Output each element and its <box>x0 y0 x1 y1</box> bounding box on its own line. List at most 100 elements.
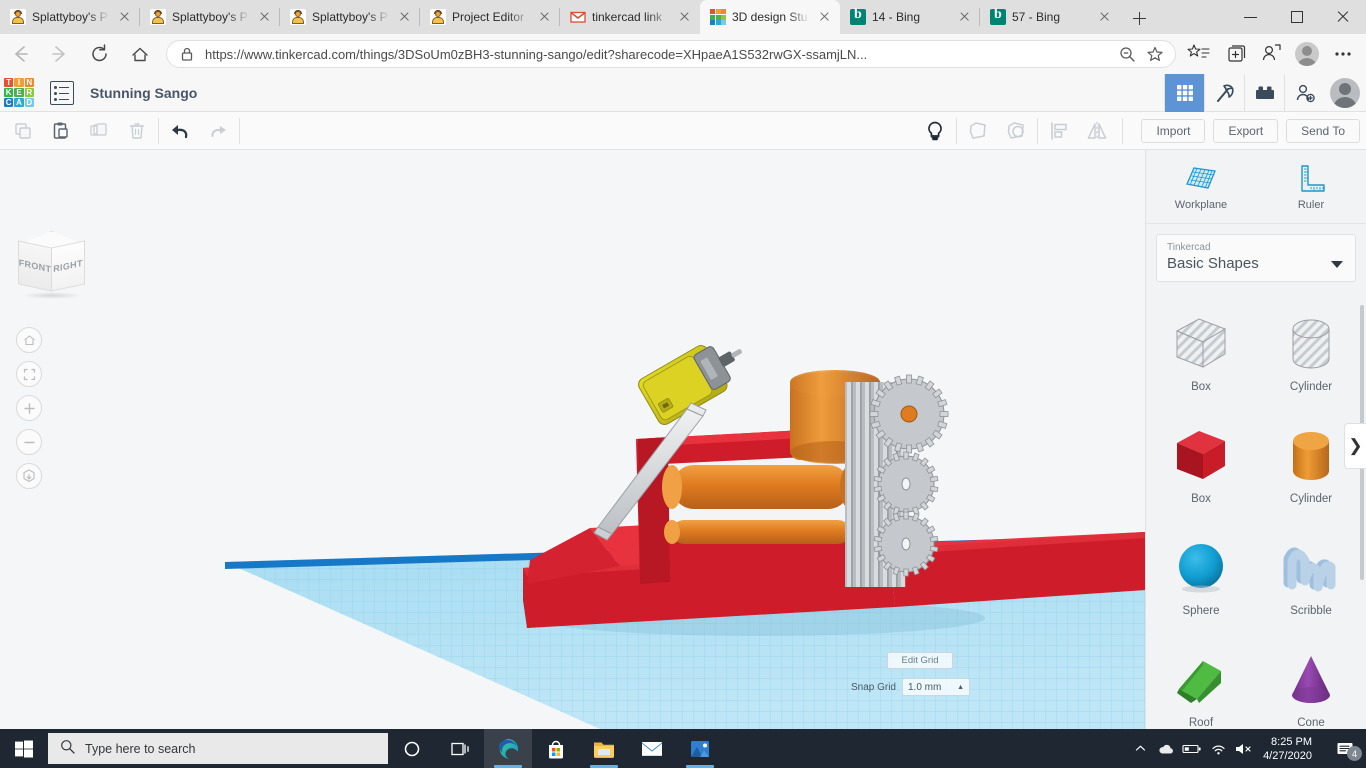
forward-button[interactable] <box>40 37 80 71</box>
new-tab-button[interactable] <box>1124 4 1154 34</box>
browser-tab[interactable]: 14 - Bing <box>840 0 980 34</box>
snap-grid-select[interactable]: 1.0 mm ▲ <box>902 678 970 696</box>
invite-button[interactable] <box>1284 74 1324 112</box>
snap-grid-control: Snap Grid 1.0 mm ▲ <box>851 678 970 696</box>
shape-item-cone[interactable]: Cone <box>1256 634 1366 729</box>
panel-collapse-toggle[interactable]: ❯ <box>1344 423 1366 469</box>
refresh-button[interactable] <box>80 37 120 71</box>
redo-icon[interactable] <box>199 114 237 148</box>
align-icon[interactable] <box>1040 114 1078 148</box>
action-center-button[interactable]: 4 <box>1324 729 1366 768</box>
fit-to-view-button[interactable] <box>16 361 42 387</box>
import-button[interactable]: Import <box>1141 119 1205 143</box>
close-icon[interactable] <box>116 8 134 26</box>
undo-icon[interactable] <box>161 114 199 148</box>
send-to-button[interactable]: Send To <box>1286 119 1360 143</box>
design-canvas[interactable]: FRONT RIGHT Edit Grid Snap Grid <box>0 150 1145 729</box>
favorites-icon[interactable] <box>1182 39 1216 69</box>
chevron-up-icon[interactable] <box>1127 729 1153 768</box>
mirror-icon[interactable] <box>1078 114 1116 148</box>
volume-mute-icon[interactable] <box>1231 729 1257 768</box>
system-tray: 8:25 PM 4/27/2020 4 <box>1127 729 1366 768</box>
shape-item-sphere[interactable]: Sphere <box>1146 522 1256 634</box>
taskbar-app-microsoft-store[interactable] <box>532 729 580 768</box>
browser-tab[interactable]: Splattyboy's P <box>0 0 140 34</box>
start-button[interactable] <box>0 729 48 768</box>
perspective-toggle-button[interactable] <box>16 463 42 489</box>
battery-icon[interactable] <box>1179 729 1205 768</box>
home-view-button[interactable] <box>16 327 42 353</box>
taskbar-app-file-explorer[interactable] <box>580 729 628 768</box>
back-button[interactable] <box>0 37 40 71</box>
zoom-out-icon[interactable] <box>1117 44 1137 64</box>
wifi-icon[interactable] <box>1205 729 1231 768</box>
project-menu-icon[interactable] <box>50 81 74 105</box>
close-icon[interactable] <box>1096 8 1114 26</box>
cylinder-icon <box>1281 427 1341 485</box>
tab-title: Splattyboy's P <box>312 10 388 24</box>
blocks-button[interactable] <box>1244 74 1284 112</box>
browser-tab[interactable]: 57 - Bing <box>980 0 1120 34</box>
export-button[interactable]: Export <box>1213 119 1278 143</box>
window-controls <box>1228 0 1366 34</box>
star-icon[interactable] <box>1145 44 1165 64</box>
task-view-button[interactable] <box>436 729 484 768</box>
workplane-tool[interactable]: Workplane <box>1146 150 1256 223</box>
ruler-tool[interactable]: Ruler <box>1256 150 1366 223</box>
search-input[interactable]: Type here to search <box>48 733 388 764</box>
3d-design-button[interactable] <box>1164 74 1204 112</box>
shape-item-box[interactable]: Box <box>1146 410 1256 522</box>
lightbulb-icon[interactable] <box>916 114 954 148</box>
group-icon[interactable] <box>959 114 997 148</box>
copy-icon[interactable] <box>4 114 42 148</box>
collections-icon[interactable] <box>1218 39 1252 69</box>
cortana-button[interactable] <box>388 729 436 768</box>
close-icon[interactable] <box>816 8 834 26</box>
browser-tab[interactable]: Splattyboy's P <box>280 0 420 34</box>
zoom-out-button[interactable] <box>16 429 42 455</box>
profile-share-icon[interactable] <box>1254 39 1288 69</box>
close-icon[interactable] <box>956 8 974 26</box>
view-cube-front-face[interactable]: FRONT <box>18 240 52 291</box>
browser-tab[interactable]: tinkercad link <box>560 0 700 34</box>
browser-tab[interactable]: Project Editor <box>420 0 560 34</box>
shape-item-box-hole[interactable]: Box <box>1146 298 1256 410</box>
edit-grid-button[interactable]: Edit Grid <box>887 652 953 669</box>
taskbar-app-microsoft-edge[interactable] <box>484 729 532 768</box>
ungroup-icon[interactable] <box>997 114 1035 148</box>
shape-item-scribble[interactable]: Scribble <box>1256 522 1366 634</box>
shape-library-select[interactable]: Tinkercad Basic Shapes <box>1156 234 1356 282</box>
settings-more-icon[interactable] <box>1326 39 1360 69</box>
maximize-button[interactable] <box>1274 0 1320 34</box>
taskbar-app-photos[interactable] <box>676 729 724 768</box>
close-icon[interactable] <box>256 8 274 26</box>
taskbar-app-mail[interactable] <box>628 729 676 768</box>
close-icon[interactable] <box>536 8 554 26</box>
close-window-button[interactable] <box>1320 0 1366 34</box>
view-cube-shadow <box>22 292 82 299</box>
address-bar[interactable]: https://www.tinkercad.com/things/3DSoUm0… <box>166 40 1176 68</box>
zoom-in-button[interactable] <box>16 395 42 421</box>
duplicate-icon[interactable] <box>80 114 118 148</box>
browser-navbar: https://www.tinkercad.com/things/3DSoUm0… <box>0 34 1366 74</box>
browser-tab-active[interactable]: 3D design Stu <box>700 0 840 34</box>
close-icon[interactable] <box>396 8 414 26</box>
view-cube-right-face[interactable]: RIGHT <box>51 240 85 291</box>
paste-icon[interactable] <box>42 114 80 148</box>
grid-icon <box>1175 83 1195 103</box>
clock[interactable]: 8:25 PM 4/27/2020 <box>1257 735 1324 763</box>
delete-icon[interactable] <box>118 114 156 148</box>
minimize-button[interactable] <box>1228 0 1274 34</box>
home-button[interactable] <box>120 37 160 71</box>
lego-brick-icon <box>1253 84 1277 102</box>
onedrive-icon[interactable] <box>1153 729 1179 768</box>
account-avatar[interactable] <box>1290 39 1324 69</box>
shape-item-roof[interactable]: Roof <box>1146 634 1256 729</box>
minecraft-button[interactable] <box>1204 74 1244 112</box>
close-icon[interactable] <box>676 8 694 26</box>
tinkercad-logo-icon[interactable]: T I N K E R C A D <box>4 78 34 108</box>
shape-item-cylinder-hole[interactable]: Cylinder <box>1256 298 1366 410</box>
browser-tab[interactable]: Splattyboy's P <box>140 0 280 34</box>
view-cube[interactable]: FRONT RIGHT <box>18 230 86 292</box>
avatar[interactable] <box>1324 74 1366 112</box>
